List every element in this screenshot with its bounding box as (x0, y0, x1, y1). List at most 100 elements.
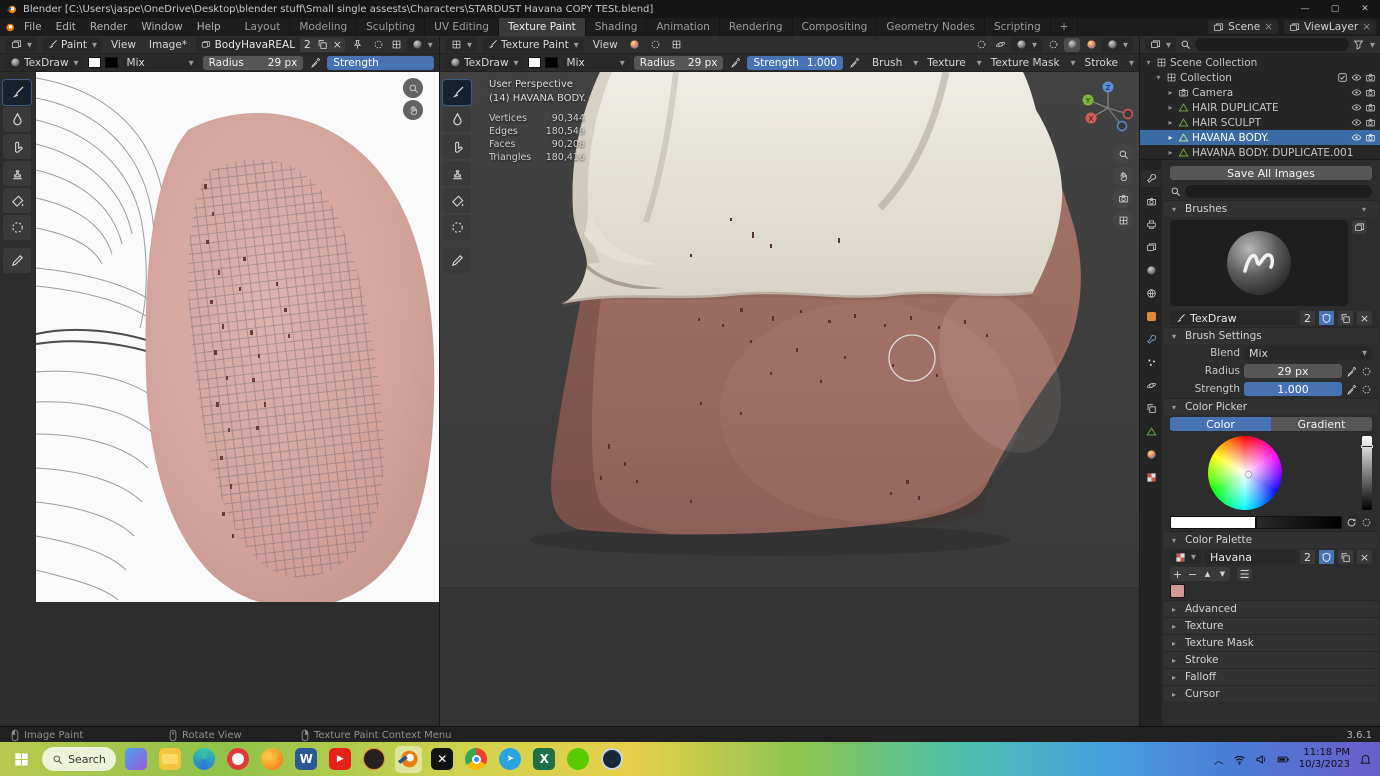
ie-pan-control[interactable] (403, 100, 423, 120)
tab-texture[interactable] (1141, 469, 1161, 486)
tab-animation[interactable]: Animation (647, 18, 720, 36)
vp-radius-slider[interactable]: Radius29 px (634, 56, 724, 70)
battery-icon[interactable] (1277, 753, 1290, 766)
taskbar-app-duolingo[interactable] (565, 746, 592, 773)
menu-file[interactable]: File (17, 18, 49, 36)
texture-mask-panel-header[interactable]: ▸Texture Mask (1164, 634, 1378, 651)
disable-render-icon[interactable] (1365, 117, 1376, 128)
strength-pressure-toggle[interactable] (847, 56, 863, 70)
tool-mask[interactable] (3, 215, 31, 240)
taskbar-app-blender[interactable] (395, 746, 422, 773)
tool-mask[interactable] (443, 215, 471, 240)
proportional-editing-toggle[interactable] (973, 38, 989, 52)
menu-render[interactable]: Render (83, 18, 134, 36)
tab-uv-editing[interactable]: UV Editing (425, 18, 499, 36)
texture-menu[interactable]: Texture (922, 57, 970, 69)
swap-colors-icon[interactable] (1346, 517, 1357, 528)
paint-mask-face-toggle[interactable] (669, 38, 685, 52)
wifi-icon[interactable] (1233, 753, 1246, 766)
scene-selector[interactable]: Scene × (1208, 20, 1278, 34)
scene-unlink-icon[interactable]: × (1264, 21, 1273, 33)
taskbar-app-basketball[interactable] (361, 746, 388, 773)
viewport-canvas[interactable] (440, 72, 1140, 726)
tab-scripting[interactable]: Scripting (985, 18, 1051, 36)
tool-smear[interactable] (443, 134, 471, 159)
primary-color-swatch[interactable] (528, 57, 541, 68)
ie-brush-selector[interactable]: TexDraw▼ (5, 56, 84, 70)
shading-solid-button[interactable] (1064, 38, 1080, 52)
secondary-color-swatch[interactable] (545, 57, 558, 68)
pin-toggle[interactable] (350, 38, 366, 52)
taskbar-app-excel[interactable]: X (531, 746, 558, 773)
start-button[interactable] (8, 746, 35, 773)
image-mode-dropdown[interactable]: Paint▼ (42, 38, 102, 52)
tab-physics[interactable] (1141, 377, 1161, 394)
strength-slider[interactable]: 1.000 (1244, 382, 1342, 396)
hide-eye-icon[interactable] (1351, 102, 1362, 113)
tab-tool[interactable] (1141, 170, 1161, 187)
vp-brush-selector[interactable]: TexDraw▼ (445, 56, 524, 70)
tab-shading[interactable]: Shading (586, 18, 648, 36)
tab-scene[interactable] (1141, 262, 1161, 279)
color-wheel[interactable] (1208, 436, 1282, 510)
taskbar-app-telegram[interactable]: ➤ (497, 746, 524, 773)
search-icon[interactable] (1170, 186, 1181, 197)
view-layer-selector[interactable]: ViewLayer × (1284, 20, 1376, 34)
chevron-down-icon[interactable]: ▼ (1370, 41, 1375, 49)
tab-compositing[interactable]: Compositing (793, 18, 878, 36)
palette-unlink-button[interactable]: × (1357, 550, 1372, 564)
image-copy-button[interactable] (315, 38, 330, 52)
brush-users-count[interactable]: 2 (1300, 311, 1315, 325)
menu-help[interactable]: Help (190, 18, 228, 36)
overlays-dropdown[interactable]: ▼ (1011, 38, 1042, 52)
shading-material-button[interactable] (1083, 38, 1099, 52)
eyedropper-icon[interactable] (1346, 366, 1357, 377)
disclosure-icon[interactable]: ▸ (1166, 133, 1175, 142)
viewport-zoom-control[interactable] (1113, 144, 1133, 164)
taskbar-search[interactable]: Search (42, 747, 116, 771)
hide-eye-icon[interactable] (1351, 132, 1362, 143)
chevron-down-icon[interactable]: ▾ (1362, 205, 1370, 214)
brush-preview-panel[interactable] (1170, 220, 1348, 306)
outliner-row-havana-body[interactable]: ▸ HAVANA BODY. (1140, 130, 1380, 145)
animate-property-icon[interactable] (1361, 517, 1372, 528)
outliner-row-hair-sculpt[interactable]: ▸ HAIR SCULPT (1140, 115, 1380, 130)
hide-eye-icon[interactable] (1351, 87, 1362, 98)
secondary-color-swatch[interactable] (105, 57, 118, 68)
disable-render-icon[interactable] (1365, 87, 1376, 98)
tab-sculpting[interactable]: Sculpting (357, 18, 425, 36)
notifications-bell-icon[interactable] (1359, 753, 1372, 766)
add-workspace-button[interactable]: + (1051, 18, 1079, 36)
cursor-panel-header[interactable]: ▸Cursor (1164, 685, 1378, 702)
hide-eye-icon[interactable] (1351, 117, 1362, 128)
editor-type-selector[interactable]: ▼ (6, 38, 37, 52)
tab-view-layer[interactable] (1141, 239, 1161, 256)
tool-fill[interactable] (3, 188, 31, 213)
shading-wireframe-button[interactable] (1045, 38, 1061, 52)
ie-zoom-control[interactable] (403, 78, 423, 98)
tab-output[interactable] (1141, 216, 1161, 233)
primary-color-swatch[interactable] (88, 57, 101, 68)
tab-particles[interactable] (1141, 354, 1161, 371)
taskbar-app-youtube[interactable]: ▶ (327, 746, 354, 773)
image-datablock-name[interactable]: BodyHavaREAL (196, 38, 300, 52)
shading-rendered-dropdown[interactable]: ▼ (1102, 38, 1133, 52)
radius-pressure-toggle[interactable] (727, 56, 743, 70)
texture-panel-header[interactable]: ▸Texture (1164, 617, 1378, 634)
properties-search-input[interactable] (1185, 185, 1372, 198)
tab-modifiers[interactable] (1141, 331, 1161, 348)
outliner-row-collection[interactable]: ▾ Collection (1140, 70, 1380, 85)
tool-draw[interactable] (443, 80, 471, 105)
value-slider[interactable] (1362, 436, 1372, 510)
hide-eye-icon[interactable] (1351, 72, 1362, 83)
ie-radius-slider[interactable]: Radius29 px (203, 56, 304, 70)
close-button[interactable]: ✕ (1350, 0, 1380, 18)
menu-edit[interactable]: Edit (49, 18, 83, 36)
tool-fill[interactable] (443, 188, 471, 213)
fake-user-toggle[interactable] (1319, 311, 1334, 325)
taskbar-app-file-explorer[interactable] (157, 746, 184, 773)
taskbar-app-steam[interactable] (599, 746, 626, 773)
taskbar-app-opera[interactable] (225, 746, 252, 773)
tab-layout[interactable]: Layout (236, 18, 291, 36)
tool-clone[interactable] (3, 161, 31, 186)
